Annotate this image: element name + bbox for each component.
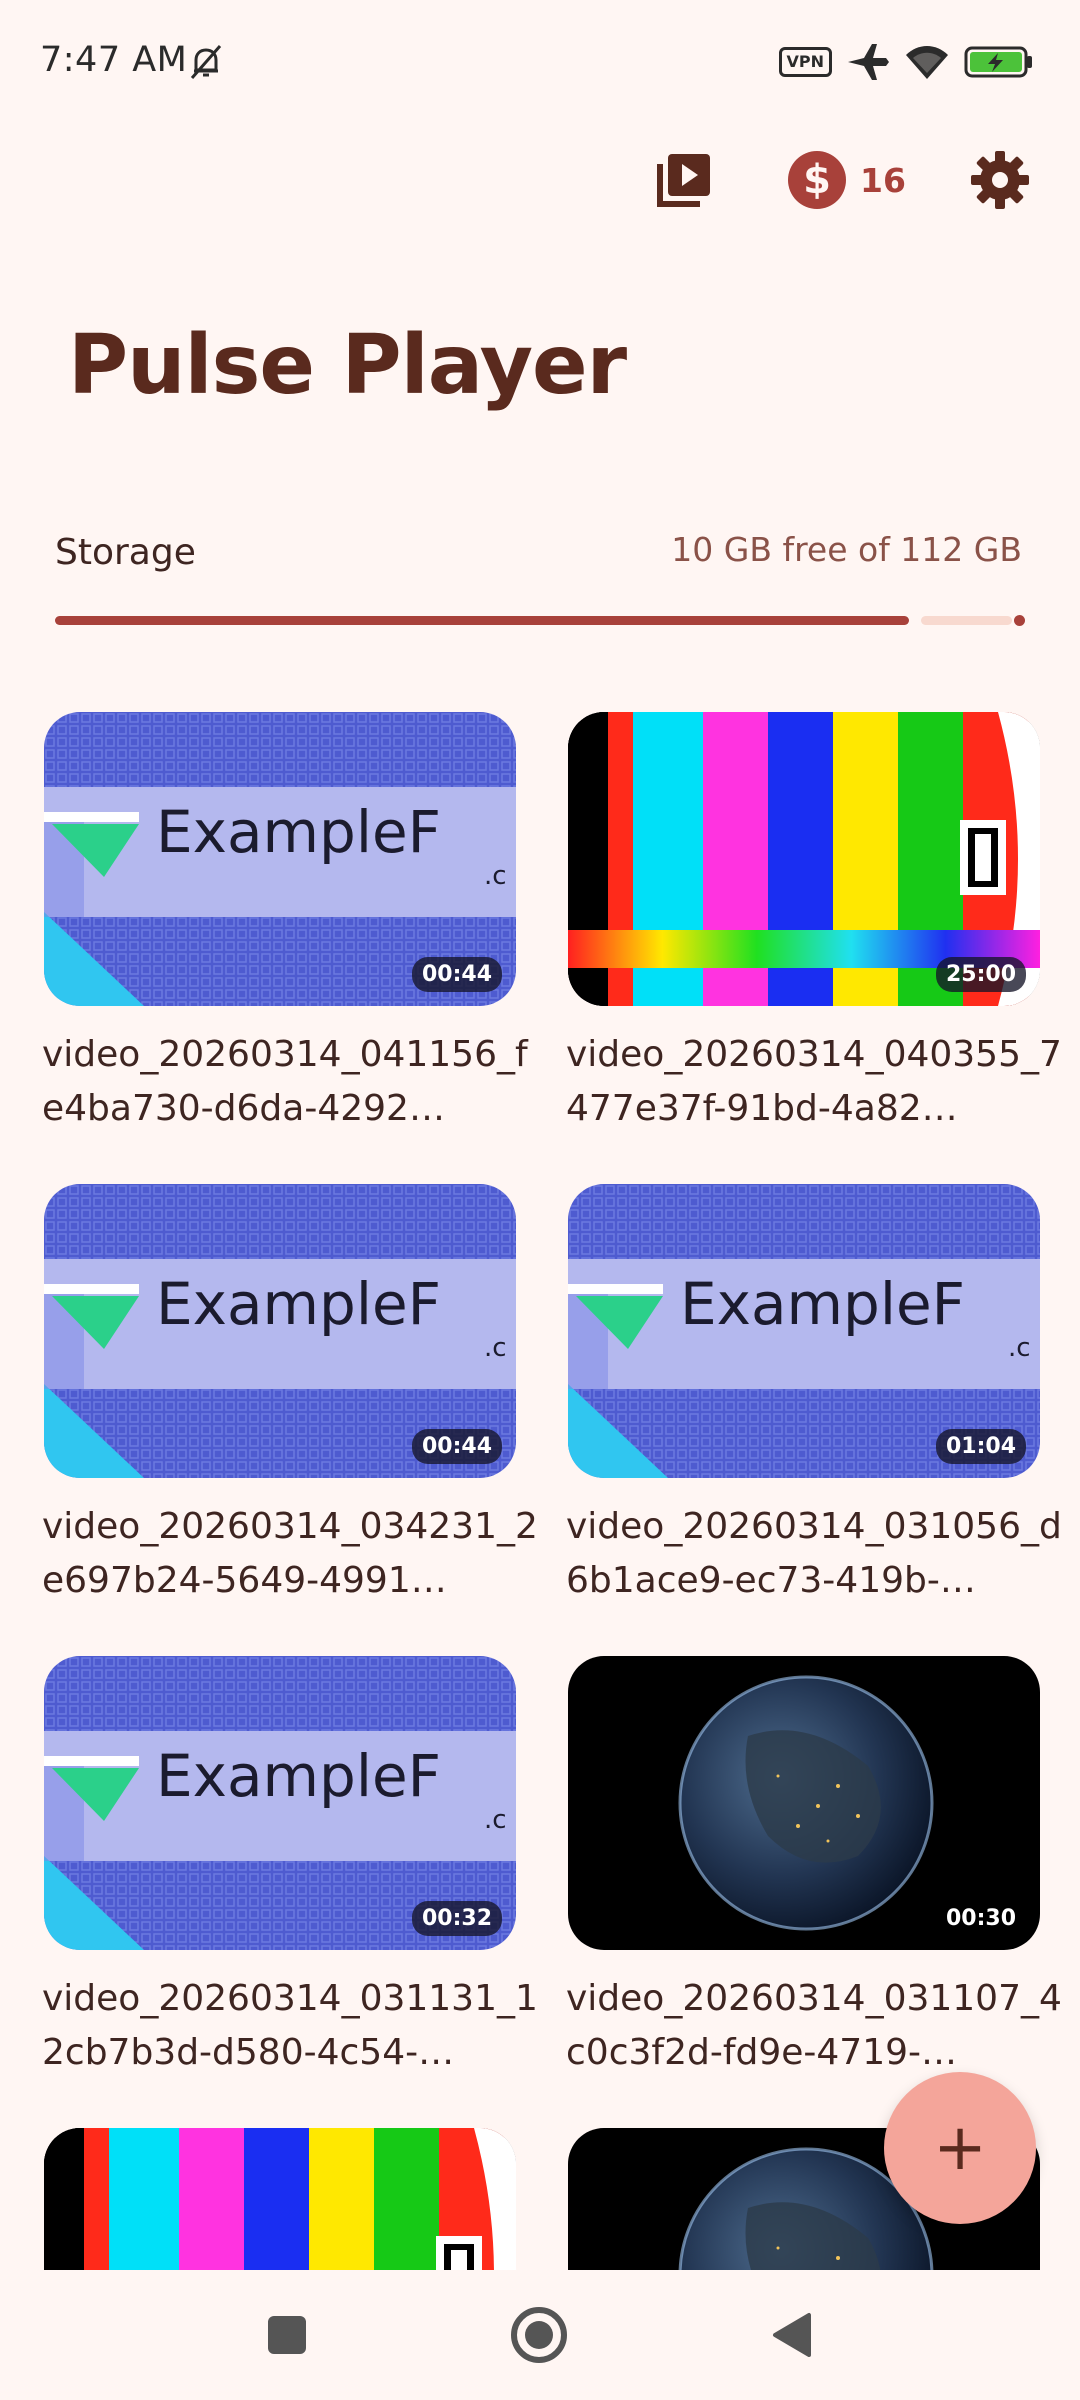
airplane-icon — [848, 44, 889, 80]
video-card[interactable]: 00:30 video_20260314_031107_4c0c3f2d-fd9e… — [566, 1656, 1062, 2080]
video-title: video_20260314_031107_4c0c3f2d-fd9e-4719… — [566, 1978, 1062, 2073]
home-button[interactable] — [504, 2300, 574, 2370]
video-title: video_20260314_040355_7477e37f-91bd-4a82… — [566, 1034, 1062, 1129]
duration-badge: 00:32 — [411, 1901, 502, 1936]
video-title: video_20260314_031131_12cb7b3d-d580-4c54… — [42, 1978, 538, 2073]
duration-badge: 00:44 — [411, 1429, 502, 1464]
video-thumbnail[interactable]: ExampleF .c 00:44 — [44, 1184, 516, 1478]
recents-button[interactable] — [252, 2300, 322, 2370]
svg-text:.c: .c — [484, 861, 507, 891]
screen: ExampleF .c 00:44 video_20260314_041156_f… — [0, 0, 1080, 2400]
svg-text:.c: .c — [1008, 1333, 1031, 1363]
video-thumbnail[interactable] — [44, 2128, 516, 2270]
svg-text:.c: .c — [484, 1333, 507, 1363]
video-thumbnail[interactable]: ExampleF .c 00:44 — [44, 712, 516, 1006]
video-card[interactable]: ExampleF .c 01:04 video_20260314_031056_d… — [566, 1184, 1062, 1608]
svg-text:ExampleF: ExampleF — [680, 1270, 965, 1338]
svg-text:ExampleF: ExampleF — [156, 798, 441, 866]
svg-text:.c: .c — [484, 1805, 507, 1835]
video-library-button[interactable] — [652, 148, 716, 212]
status-icons: VPN — [778, 42, 1035, 82]
storage-free-fill — [921, 616, 1012, 625]
home-circle-icon — [511, 2307, 567, 2363]
svg-text:ExampleF: ExampleF — [156, 1270, 441, 1338]
dnd-off-icon — [190, 45, 222, 79]
recents-square-icon — [268, 2316, 306, 2354]
status-bar: 7:47 AM VPN — [0, 0, 1080, 120]
add-video-fab[interactable]: + — [884, 2072, 1036, 2224]
gear-icon — [971, 151, 1029, 209]
duration-badge: 25:00 — [935, 957, 1026, 992]
duration-badge: 00:44 — [411, 957, 502, 992]
storage-label: Storage — [55, 532, 196, 573]
app-title: Pulse Player — [68, 318, 627, 413]
duration-badge: 01:04 — [935, 1429, 1026, 1464]
coin-count: 16 — [860, 160, 906, 200]
video-thumbnail[interactable]: 00:30 — [568, 1656, 1040, 1950]
video-thumbnail[interactable]: ExampleF .c 01:04 — [568, 1184, 1040, 1478]
wifi-icon — [906, 46, 948, 79]
svg-text:ExampleF: ExampleF — [156, 1742, 441, 1810]
video-title: video_20260314_034231_2e697b24-5649-4991… — [42, 1506, 538, 1601]
storage-end-dot — [1014, 615, 1025, 626]
video-title: video_20260314_031056_d6b1ace9-ec73-419b… — [566, 1506, 1062, 1601]
video-card[interactable]: 25:00 video_20260314_040355_7477e37f-91bd… — [566, 712, 1062, 1136]
video-card[interactable]: ExampleF .c 00:32 video_20260314_031131_1… — [42, 1656, 538, 2080]
video-card[interactable]: ExampleF .c 00:44 video_20260314_041156_f… — [42, 712, 528, 1136]
dollar-coin-icon: $ — [788, 151, 846, 209]
video-card[interactable]: ExampleF .c 00:44 video_20260314_034231_2… — [42, 1184, 538, 1608]
duration-badge: 00:30 — [945, 1906, 1016, 1931]
storage-progress-bar — [55, 614, 1025, 628]
status-time: 7:47 AM — [40, 40, 188, 80]
video-thumbnail[interactable]: ExampleF .c 00:32 — [44, 1656, 516, 1950]
thumbnail-image — [44, 2128, 516, 2270]
storage-used-fill — [55, 616, 909, 625]
video-library-icon — [657, 154, 710, 207]
video-card[interactable] — [44, 2128, 516, 2270]
coins-button[interactable]: $ 16 — [788, 148, 906, 212]
top-actions: $ 16 — [0, 140, 1080, 220]
vpn-icon: VPN — [778, 47, 832, 77]
video-thumbnail[interactable]: 25:00 — [568, 712, 1040, 1006]
storage-free-text: 10 GB free of 112 GB — [671, 530, 1022, 569]
video-title: video_20260314_041156_fe4ba730-d6da-4292… — [42, 1034, 528, 1129]
back-button[interactable] — [756, 2300, 826, 2370]
settings-button[interactable] — [966, 146, 1034, 214]
navigation-bar — [0, 2270, 1080, 2400]
back-triangle-icon — [773, 2313, 811, 2357]
plus-icon: + — [933, 2111, 987, 2185]
battery-charging-icon — [964, 46, 1032, 78]
